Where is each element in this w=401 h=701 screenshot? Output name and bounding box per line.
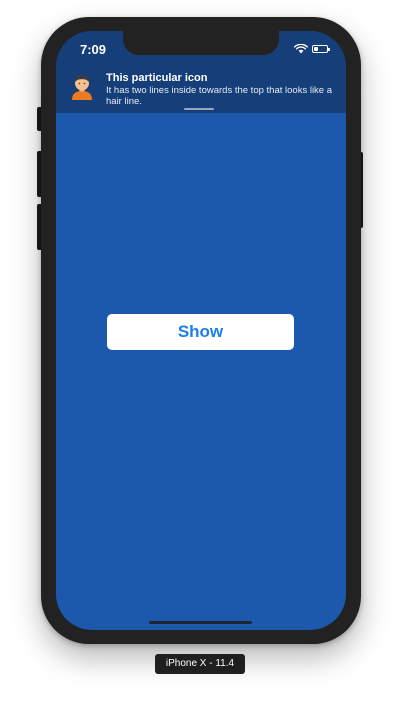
person-avatar-icon: [72, 75, 92, 100]
show-button[interactable]: Show: [107, 314, 294, 350]
wifi-icon: [294, 44, 308, 54]
notification-title: This particular icon: [106, 72, 208, 84]
simulator-device-label: iPhone X - 11.4: [155, 654, 245, 674]
status-indicators: [294, 44, 330, 54]
phone-screen: 7:09 This particular icon It has two lin…: [56, 31, 346, 630]
status-time: 7:09: [80, 42, 107, 57]
device-notch: [123, 31, 279, 55]
battery-icon: [312, 45, 330, 53]
notification-grabber[interactable]: [184, 108, 214, 110]
home-indicator[interactable]: [149, 621, 252, 624]
notification-body: It has two lines inside towards the top …: [106, 85, 333, 107]
simulator-stage: 7:09 This particular icon It has two lin…: [0, 0, 401, 701]
